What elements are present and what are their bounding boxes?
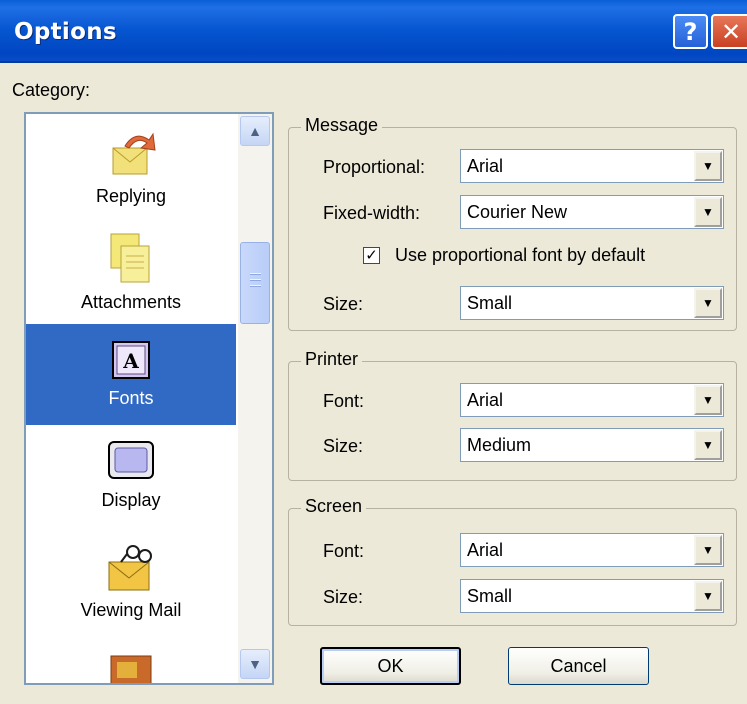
cancel-button[interactable]: Cancel	[508, 647, 649, 685]
screen-size-select[interactable]: Small ▼	[460, 579, 724, 613]
screen-font-label: Font:	[323, 541, 365, 561]
scroll-grip	[250, 273, 261, 275]
printer-group: Printer Font: Arial ▼ Size: Medium ▼	[288, 349, 737, 481]
message-size-select[interactable]: Small ▼	[460, 286, 724, 320]
replying-icon	[112, 132, 156, 175]
display-icon	[108, 441, 154, 479]
category-item-label: Replying	[95, 186, 167, 206]
scroll-down-button[interactable]: ▼	[240, 649, 270, 679]
proportional-font-select[interactable]: Arial ▼	[460, 149, 724, 183]
chevron-down-icon[interactable]: ▼	[694, 197, 722, 227]
category-item-fonts[interactable]: A Fonts	[26, 324, 236, 425]
scroll-grip	[250, 285, 261, 287]
screen-group: Screen Font: Arial ▼ Size: Small ▼	[288, 496, 737, 626]
printer-font-label: Font:	[323, 391, 365, 411]
category-item-viewing-mail[interactable]: Viewing Mail	[26, 542, 236, 652]
chevron-down-icon[interactable]: ▼	[694, 288, 722, 318]
ok-button[interactable]: OK	[320, 647, 461, 685]
partial-category-icon	[110, 655, 152, 683]
window-title: Options	[14, 19, 117, 45]
message-size-label: Size:	[323, 294, 364, 314]
screen-size-value: Small	[467, 586, 513, 606]
chevron-down-icon[interactable]: ▼	[694, 535, 722, 565]
printer-size-select[interactable]: Medium ▼	[460, 428, 724, 462]
category-item-label: Attachments	[80, 292, 182, 312]
category-item-partial[interactable]	[26, 654, 236, 683]
attachments-icon	[110, 233, 150, 283]
category-item-attachments[interactable]: Attachments	[26, 230, 236, 328]
printer-size-label: Size:	[323, 436, 364, 456]
printer-group-title: Printer	[301, 349, 363, 370]
chevron-down-icon[interactable]: ▼	[694, 385, 722, 415]
category-list[interactable]: Replying Attachments A Fonts Display Vie…	[24, 112, 274, 685]
message-group: Message Proportional: Arial ▼ Fixed-widt…	[288, 115, 737, 331]
message-size-value: Small	[467, 293, 513, 313]
chevron-down-icon[interactable]: ▼	[694, 430, 722, 460]
category-item-label: Display	[101, 490, 161, 510]
svg-text:A: A	[122, 349, 139, 373]
fixed-width-font-select[interactable]: Courier New ▼	[460, 195, 724, 229]
use-proportional-checkbox[interactable]: ✓	[363, 247, 380, 264]
proportional-font-value: Arial	[467, 156, 504, 176]
fixed-width-font-value: Courier New	[467, 202, 568, 222]
printer-size-value: Medium	[467, 435, 532, 455]
fixed-width-label: Fixed-width:	[323, 203, 421, 223]
screen-font-value: Arial	[467, 540, 504, 560]
chevron-up-icon: ▲	[248, 123, 262, 139]
scroll-grip	[250, 279, 261, 281]
help-icon: ?	[683, 17, 698, 46]
category-item-label: Fonts	[108, 388, 154, 408]
category-scrollbar[interactable]: ▲ ▼	[238, 114, 272, 683]
printer-font-value: Arial	[467, 390, 504, 410]
viewing-mail-icon	[108, 545, 152, 591]
screen-font-select[interactable]: Arial ▼	[460, 533, 724, 567]
close-icon: ✕	[720, 17, 742, 46]
screen-group-title: Screen	[301, 496, 367, 517]
use-proportional-label[interactable]: Use proportional font by default	[395, 245, 645, 266]
chevron-down-icon: ▼	[248, 656, 262, 672]
fonts-icon: A	[112, 341, 150, 379]
category-item-replying[interactable]: Replying	[26, 128, 236, 226]
title-bar[interactable]: Options ? ✕	[0, 0, 747, 63]
chevron-down-icon[interactable]: ▼	[694, 151, 722, 181]
category-label: Category:	[12, 80, 91, 100]
printer-font-select[interactable]: Arial ▼	[460, 383, 724, 417]
message-group-title: Message	[301, 115, 383, 136]
screen-size-label: Size:	[323, 587, 364, 607]
scroll-thumb[interactable]	[240, 242, 270, 324]
proportional-label: Proportional:	[323, 157, 426, 177]
help-button[interactable]: ?	[673, 14, 708, 49]
chevron-down-icon[interactable]: ▼	[694, 581, 722, 611]
close-button[interactable]: ✕	[711, 14, 747, 49]
scroll-up-button[interactable]: ▲	[240, 116, 270, 146]
category-item-display[interactable]: Display	[26, 438, 236, 536]
category-item-label: Viewing Mail	[80, 600, 182, 620]
